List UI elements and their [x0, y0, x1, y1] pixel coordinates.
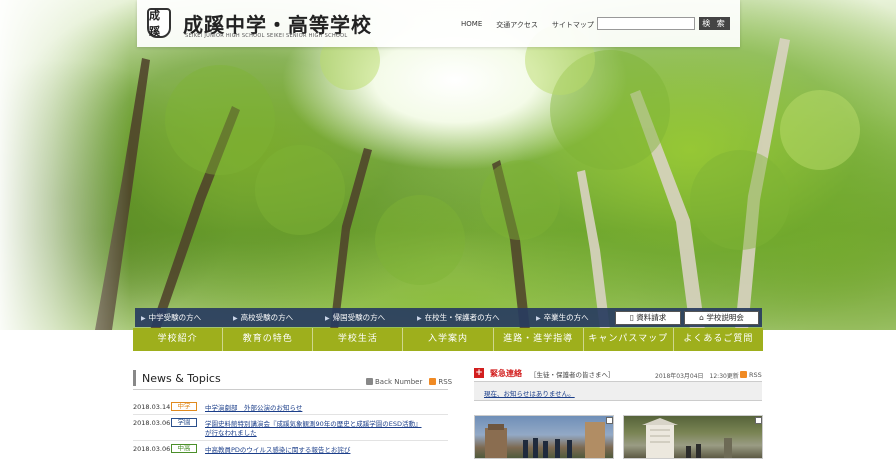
hero-image — [0, 0, 896, 330]
expand-icon[interactable] — [755, 417, 762, 424]
back-number-link[interactable]: Back Number RSS — [366, 377, 452, 387]
search-input[interactable] — [597, 17, 695, 30]
emergency-message-link[interactable]: 現在、お知らせはありません。 — [484, 388, 575, 398]
back-number-label: Back Number — [375, 378, 423, 386]
news-link[interactable]: 中学演劇部 外部公演のお知らせ — [205, 403, 302, 413]
news-section-title: News & Topics — [142, 372, 221, 385]
photo-illustration — [485, 422, 605, 458]
nav-campus-map[interactable]: キャンパスマップ — [584, 328, 674, 351]
news-title-marker — [133, 370, 136, 386]
nav-senior-applicants[interactable]: ▶ 高校受験の方へ — [233, 308, 293, 327]
school-briefing-label: 学校説明会 — [706, 313, 744, 322]
arrow-right-icon: ▶ — [417, 315, 422, 322]
request-materials-label: 資料請求 — [636, 313, 667, 322]
nav-junior-applicants[interactable]: ▶ 中学受験の方へ — [141, 308, 201, 327]
request-materials-button[interactable]: ▯ 資料請求 — [615, 311, 681, 325]
nav-alumni[interactable]: ▶ 卒業生の方へ — [536, 308, 589, 327]
school-emblem-icon[interactable]: 成蹊 — [147, 8, 171, 38]
rss-icon[interactable] — [429, 378, 437, 385]
divider — [133, 389, 448, 390]
emergency-updated-time: 2018年03月04日 12:30更新 — [655, 373, 739, 380]
utility-links: HOME 交通アクセス サイトマップ — [461, 20, 594, 30]
arrow-right-icon: ▶ — [536, 315, 541, 322]
nav-education-features[interactable]: 教育の特色 — [223, 328, 314, 351]
school-briefing-button[interactable]: ⌂ 学校説明会 — [684, 311, 759, 325]
nav-returnee-applicants[interactable]: ▶ 帰国受験の方へ — [325, 308, 385, 327]
emergency-audience: ［生徒・保護者の皆さまへ］ — [530, 371, 615, 379]
main-nav: 学校紹介 教育の特色 学校生活 入学案内 進路・進学指導 キャンパスマップ よく… — [133, 328, 763, 351]
nav-label: 帰国受験の方へ — [332, 313, 386, 322]
access-link[interactable]: 交通アクセス — [496, 20, 538, 30]
banner-photo-weather-station[interactable] — [623, 415, 763, 459]
tree-canopy-illustration — [95, 25, 860, 330]
hero-fade-overlay — [0, 0, 130, 330]
nav-label: 卒業生の方へ — [543, 313, 589, 322]
news-link[interactable]: 中高教員PDのウイルス感染に関する報告とお詫び — [205, 445, 350, 455]
site-header: 成蹊 成蹊中学・高等学校 SEIKEI JUNIOR HIGH SCHOOL S… — [137, 0, 740, 47]
nav-about[interactable]: 学校紹介 — [133, 328, 224, 351]
sitemap-link[interactable]: サイトマップ — [552, 20, 594, 30]
nav-label: 中学受験の方へ — [148, 313, 202, 322]
alert-cross-icon: + — [474, 368, 484, 378]
nav-faq[interactable]: よくあるご質問 — [674, 328, 763, 351]
expand-icon[interactable] — [606, 417, 613, 424]
news-link[interactable]: が行なわれました — [205, 428, 257, 438]
nav-label: 高校受験の方へ — [240, 313, 294, 322]
news-date: 2018.03.06 — [133, 445, 171, 453]
banner-photo-ceremony[interactable] — [474, 415, 614, 459]
home-link[interactable]: HOME — [461, 20, 482, 30]
divider — [133, 440, 448, 441]
search-button[interactable]: 検 索 — [699, 17, 730, 30]
rss-icon — [740, 371, 747, 378]
news-category-badge: 中学 — [171, 402, 197, 411]
emergency-title: 緊急連絡 — [490, 369, 522, 378]
nav-school-life[interactable]: 学校生活 — [313, 328, 404, 351]
arrow-right-icon: ▶ — [325, 315, 330, 322]
rss-label[interactable]: RSS — [438, 378, 452, 386]
nav-label: 在校生・保護者の方へ — [424, 313, 500, 322]
school-name-english: SEIKEI JUNIOR HIGH SCHOOL SEIKEI SENIOR … — [185, 33, 348, 39]
divider — [133, 414, 448, 415]
nav-students-parents[interactable]: ▶ 在校生・保護者の方へ — [417, 308, 500, 327]
news-date: 2018.03.14 — [133, 403, 171, 411]
photo-illustration — [642, 418, 732, 458]
emergency-rss-link[interactable]: RSS — [740, 371, 762, 379]
news-date: 2018.03.06 — [133, 419, 171, 427]
news-category-badge: 中高 — [171, 444, 197, 453]
arrow-right-icon: ▶ — [233, 315, 238, 322]
news-category-badge: 学園 — [171, 418, 197, 427]
emergency-message-box: 現在、お知らせはありません。 — [474, 381, 762, 401]
nav-admissions[interactable]: 入学案内 — [403, 328, 494, 351]
rss-label: RSS — [749, 371, 762, 379]
rss-icon — [366, 378, 373, 385]
nav-career-guidance[interactable]: 進路・進学指導 — [494, 328, 584, 351]
arrow-right-icon: ▶ — [141, 315, 146, 322]
